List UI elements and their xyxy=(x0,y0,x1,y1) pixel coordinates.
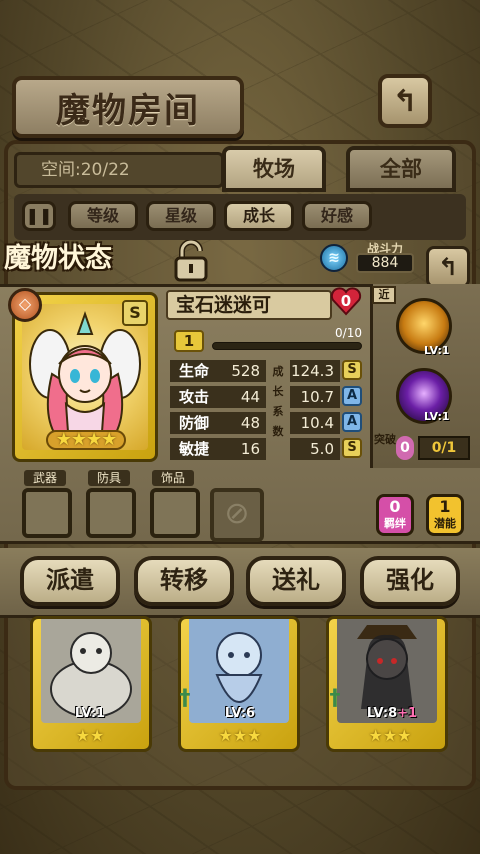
accessory-slot[interactable] xyxy=(150,488,200,538)
equip-label-accessory: 饰品 xyxy=(152,470,194,486)
gift-button[interactable]: 送礼 xyxy=(246,556,346,606)
unlock-icon[interactable] xyxy=(172,240,210,282)
grade-badge: A xyxy=(342,412,362,432)
prohibited-icon: ⊘ xyxy=(224,496,250,531)
stat-value: 16 xyxy=(218,438,266,460)
tab-pasture[interactable]: 牧场 xyxy=(222,146,326,192)
filter-level[interactable]: 等级 xyxy=(68,201,138,231)
grade-badge: A xyxy=(342,386,362,406)
monster-stars: ★★★ xyxy=(218,726,262,745)
affection-heart: 0 xyxy=(330,286,362,316)
growth-value: 124.3 xyxy=(290,360,340,382)
monster-plus: +1 xyxy=(397,706,418,721)
monster-level: LV:8+1 xyxy=(360,704,424,724)
break-value: 0/1 xyxy=(418,436,470,460)
xp-text: 0/10 xyxy=(335,326,362,340)
enhance-button[interactable]: 强化 xyxy=(360,556,460,606)
monster-name: 宝石迷迷可 xyxy=(166,290,332,320)
xp-bar xyxy=(212,342,362,350)
stat-value: 528 xyxy=(218,360,266,382)
stat-label: 防御 xyxy=(170,412,218,434)
level-badge: 1 xyxy=(174,330,204,352)
stat-row-hp: 生命 528 124.3 S xyxy=(170,360,366,382)
monster-level: LV:1 xyxy=(74,706,106,721)
potential-value: 1 xyxy=(439,497,451,516)
skill-1-level: LV:1 xyxy=(424,344,450,357)
growth-coefficient-label: 成长系数 xyxy=(272,365,284,438)
filter-star[interactable]: 星级 xyxy=(146,201,216,231)
filter-growth[interactable]: 成长 xyxy=(224,201,294,231)
stat-label: 生命 xyxy=(170,360,218,382)
growth-value: 5.0 xyxy=(290,438,340,460)
skill-2-level: LV:1 xyxy=(424,410,450,423)
bond-value: 0 xyxy=(389,497,401,516)
close-status-button[interactable]: ↰ xyxy=(426,246,470,288)
equip-label-weapon: 武器 xyxy=(24,470,66,486)
break-label: 突破 xyxy=(374,433,396,446)
stat-label: 攻击 xyxy=(170,386,218,408)
potential-label: 潜能 xyxy=(434,517,456,530)
stat-row-attack: 攻击 44 10.7 A xyxy=(170,386,366,408)
weapon-icon: † xyxy=(179,686,191,711)
monster-level: LV:6 xyxy=(224,706,256,721)
equip-label-armor: 防具 xyxy=(88,470,130,486)
growth-value: 10.7 xyxy=(290,386,340,408)
potential-badge[interactable]: 1 潜能 xyxy=(426,494,464,536)
back-button[interactable]: ↰ xyxy=(378,74,432,128)
monster-room-screen: 魔物房间 ↰ 空间:20/22 牧场 全部 ❚❚ 等级 星级 成长 好感 魔物状… xyxy=(0,0,480,854)
return-arrow-icon: ↰ xyxy=(437,253,459,281)
bond-label: 羁绊 xyxy=(384,517,406,530)
page-title: 魔物房间 xyxy=(56,90,200,131)
range-tag: 近 xyxy=(372,286,396,304)
growth-value: 10.4 xyxy=(290,412,340,434)
break-count: 0 xyxy=(396,436,414,460)
monster-stars: ★★ xyxy=(75,726,105,745)
tab-pasture-label: 牧场 xyxy=(253,156,295,181)
filter-affection[interactable]: 好感 xyxy=(302,201,372,231)
dispatch-button[interactable]: 派遣 xyxy=(20,556,120,606)
filter-toggle-button[interactable]: ❚❚ xyxy=(22,201,56,231)
tab-all[interactable]: 全部 xyxy=(346,146,456,192)
card-stars: ★★★★ xyxy=(46,430,126,450)
stat-row-agility: 敏捷 16 5.0 S xyxy=(170,438,366,460)
stat-value: 48 xyxy=(218,412,266,434)
grade-badge: S xyxy=(342,360,362,380)
space-counter: 空间:20/22 xyxy=(14,152,224,188)
weapon-icon: † xyxy=(329,686,341,711)
return-arrow-icon: ↰ xyxy=(392,83,418,119)
status-title: 魔物状态 xyxy=(4,243,112,274)
stat-row-defense: 防御 48 10.4 A xyxy=(170,412,366,434)
element-fire-icon: ◇ xyxy=(8,288,42,322)
weapon-slot[interactable] xyxy=(22,488,72,538)
page-title-plate: 魔物房间 xyxy=(12,76,244,138)
armor-slot[interactable] xyxy=(86,488,136,538)
power-icon: ≋ xyxy=(320,244,348,272)
stat-label: 敏捷 xyxy=(170,438,218,460)
monster-level-text: LV:8 xyxy=(366,706,398,721)
power-value: 884 xyxy=(356,253,414,273)
stat-value: 44 xyxy=(218,386,266,408)
affection-value: 0 xyxy=(340,292,352,310)
card-rank-badge: S xyxy=(122,300,148,326)
transfer-button[interactable]: 转移 xyxy=(134,556,234,606)
tab-all-label: 全部 xyxy=(380,156,422,181)
pause-icon: ❚❚ xyxy=(25,206,53,225)
bond-badge[interactable]: 0 羁绊 xyxy=(376,494,414,536)
monster-stars: ★★★ xyxy=(368,726,412,745)
grade-badge: S xyxy=(342,438,362,458)
locked-slot: ⊘ xyxy=(210,488,264,542)
